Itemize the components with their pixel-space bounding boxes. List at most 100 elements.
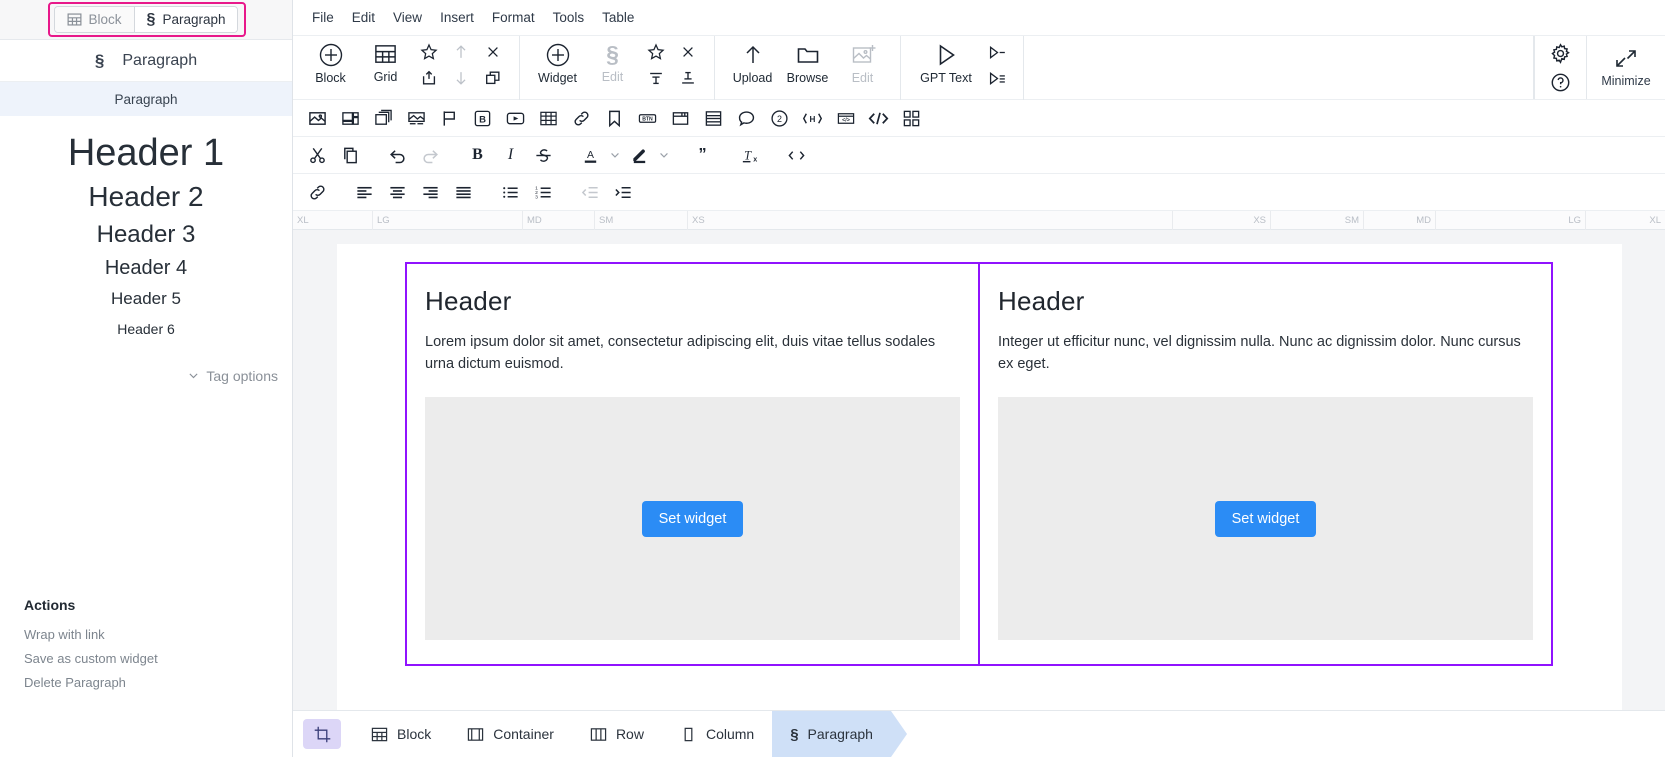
breadcrumb-container[interactable]: Container [449,711,572,757]
star-icon[interactable] [643,41,669,63]
box-upload-icon[interactable] [416,67,442,89]
circle-two-icon[interactable]: 2 [763,104,796,133]
bold-icon[interactable]: B [461,141,494,170]
close-icon[interactable] [675,41,701,63]
bookmark-icon[interactable] [598,104,631,133]
arrow-up-icon[interactable] [448,41,474,63]
breadcrumb-block[interactable]: Block [353,711,449,757]
sidebar-tab-paragraph[interactable]: § Paragraph [134,7,238,32]
ribbon-button-widget[interactable]: Widget [530,36,585,85]
source-code-icon[interactable] [780,141,813,170]
outdent-icon[interactable] [574,178,607,207]
apps-grid-icon[interactable] [895,104,928,133]
arrow-down-icon[interactable] [448,67,474,89]
chevron-down-icon[interactable] [607,149,623,161]
highlight-color-icon[interactable] [623,141,656,170]
align-top-icon[interactable] [643,67,669,89]
sidebar-selected-tag[interactable]: Paragraph [0,82,292,116]
help-circle-icon[interactable] [1548,71,1574,93]
window-icon[interactable] [664,104,697,133]
video-icon[interactable] [499,104,532,133]
menu-insert[interactable]: Insert [431,5,483,30]
image-stack-icon[interactable] [367,104,400,133]
align-justify-icon[interactable] [447,178,480,207]
table-icon[interactable] [532,104,565,133]
minimize-button[interactable]: Minimize [1587,36,1665,99]
breadcrumb-column[interactable]: Column [662,711,772,757]
bullet-list-icon[interactable] [494,178,527,207]
gear-icon[interactable] [1548,42,1574,64]
undo-icon[interactable] [381,141,414,170]
link-icon[interactable] [301,178,334,207]
menu-format[interactable]: Format [483,5,544,30]
ruler-mark-xs-left[interactable]: XS [688,211,786,230]
column-paragraph[interactable]: Integer ut efficitur nunc, vel dignissim… [998,331,1533,375]
text-color-icon[interactable]: A [574,141,607,170]
star-icon[interactable] [416,41,442,63]
btn-icon[interactable]: BTN [631,104,664,133]
embed-code-icon[interactable]: </> [829,104,862,133]
ruler-mark-xl-left[interactable]: XL [293,210,373,230]
ruler-mark-md-right[interactable]: MD [1363,210,1435,230]
row-container[interactable]: Header Lorem ipsum dolor sit amet, conse… [405,262,1553,667]
ruler-mark-lg-right[interactable]: LG [1435,210,1585,230]
menu-tools[interactable]: Tools [544,5,594,30]
ribbon-button-widget-edit[interactable]: § Edit [585,36,640,85]
header-preview-h5[interactable]: Header 5 [0,289,292,310]
image-caption-icon[interactable] [400,104,433,133]
image-icon[interactable] [301,104,334,133]
action-save-as-custom-widget[interactable]: Save as custom widget [24,651,158,666]
ribbon-button-upload[interactable]: Upload [725,36,780,85]
column-heading[interactable]: Header [998,286,1533,317]
blockquote-icon[interactable]: ” [686,141,719,170]
code-icon[interactable] [862,104,895,133]
ribbon-button-grid[interactable]: Grid [358,36,413,84]
header-preview-h4[interactable]: Header 4 [0,256,292,280]
crop-grid-icon[interactable] [303,719,341,749]
action-delete-paragraph[interactable]: Delete Paragraph [24,675,158,690]
header-preview-h3[interactable]: Header 3 [0,220,292,249]
numbered-list-icon[interactable]: 1 2 3 [527,178,560,207]
ribbon-button-browse[interactable]: Browse [780,36,835,85]
header-preview-h6[interactable]: Header 6 [0,321,292,338]
h-tag-icon[interactable]: H [796,104,829,133]
layout-rows-icon[interactable] [697,104,730,133]
ruler-mark-sm-left[interactable]: SM [595,210,688,230]
duplicate-icon[interactable] [480,67,506,89]
chevron-down-icon[interactable] [656,149,672,161]
ruler-mark-md-left[interactable]: MD [523,210,595,230]
link-icon[interactable] [565,104,598,133]
flag-icon[interactable] [433,104,466,133]
align-center-icon[interactable] [381,178,414,207]
align-bottom-icon[interactable] [675,67,701,89]
strikethrough-icon[interactable] [527,141,560,170]
breadcrumb-paragraph[interactable]: § Paragraph [772,710,907,757]
italic-icon[interactable]: I [494,141,527,170]
play-lines-icon[interactable] [984,67,1010,89]
close-icon[interactable] [480,41,506,63]
ruler-mark-xl-right[interactable]: XL [1585,210,1665,230]
clear-formatting-icon[interactable]: T x [733,141,766,170]
menu-view[interactable]: View [384,5,431,30]
ribbon-button-gpt-text[interactable]: GPT Text [911,36,981,85]
column-right[interactable]: Header Integer ut efficitur nunc, vel di… [980,264,1551,664]
bold-box-icon[interactable]: B [466,104,499,133]
ruler-mark-xs-right[interactable]: XS [1172,210,1270,230]
comment-icon[interactable] [730,104,763,133]
align-left-icon[interactable] [348,178,381,207]
ribbon-button-image-edit[interactable]: Edit [835,36,890,85]
menu-file[interactable]: File [303,5,343,30]
menu-edit[interactable]: Edit [343,5,384,30]
set-widget-button[interactable]: Set widget [641,500,744,537]
cut-icon[interactable] [301,141,334,170]
breadcrumb-row[interactable]: Row [572,711,662,757]
header-preview-h2[interactable]: Header 2 [0,180,292,214]
sidebar-tab-block[interactable]: Block [54,7,135,32]
column-heading[interactable]: Header [425,286,960,317]
column-left[interactable]: Header Lorem ipsum dolor sit amet, conse… [407,264,980,665]
redo-icon[interactable] [414,141,447,170]
image-gallery-icon[interactable] [334,104,367,133]
copy-icon[interactable] [334,141,367,170]
ruler-mark-lg-left[interactable]: LG [373,210,523,230]
align-right-icon[interactable] [414,178,447,207]
